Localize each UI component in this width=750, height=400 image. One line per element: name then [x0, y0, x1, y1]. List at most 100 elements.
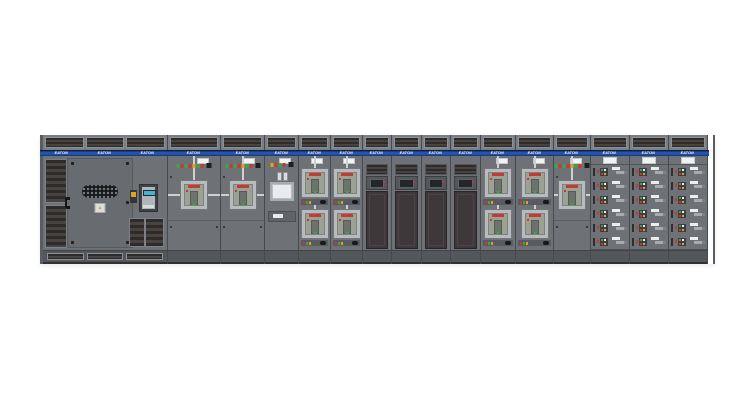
- indicator-light-amber: [643, 215, 645, 217]
- vent-louver-icon: [424, 137, 448, 148]
- base-channel: [669, 262, 707, 264]
- bucket-breaker-handle: [616, 199, 627, 202]
- indicator-light-red: [181, 164, 184, 168]
- indicator-light-green: [601, 169, 603, 171]
- bucket-label: [651, 181, 659, 184]
- indicator-strip: [333, 240, 360, 246]
- top-vent-row: [630, 135, 668, 150]
- indicator-light-red: [675, 184, 677, 187]
- bucket-breaker-handle: [616, 185, 627, 188]
- breaker-rating-label: [188, 185, 200, 188]
- bucket-label: [690, 195, 698, 198]
- vent-louver-icon: [671, 137, 705, 148]
- section-body: [630, 156, 668, 250]
- indicator-light-red: [559, 164, 562, 168]
- hinge: [216, 226, 218, 228]
- indicator-light-white: [604, 211, 606, 213]
- indicator-light-red: [601, 215, 603, 217]
- bucket-breaker-handle: [655, 213, 666, 216]
- section-body: [168, 156, 220, 250]
- top-vent-row: [669, 135, 707, 150]
- duplex-section-2: EATON: [331, 135, 363, 264]
- indicator-light-white: [604, 225, 606, 227]
- section-body: [516, 156, 553, 250]
- top-vent-row: [363, 135, 391, 150]
- hinge: [170, 226, 172, 228]
- indicator-light-amber: [526, 242, 528, 245]
- drawout-breaker-upper: [333, 168, 361, 198]
- base-channel: [516, 262, 553, 264]
- bucket-breaker-handle: [694, 199, 705, 202]
- bucket-breaker-handle: [655, 185, 666, 188]
- indicator-light-red: [636, 170, 638, 173]
- door-seam: [554, 220, 590, 221]
- vfd-door-frame: [398, 194, 415, 246]
- indicator-light-amber: [604, 215, 606, 217]
- main-breaker-door: ▲: [67, 158, 133, 248]
- base-channel: [481, 262, 515, 264]
- control-switch: [320, 241, 326, 245]
- vent-louver-icon: [518, 137, 551, 148]
- indicator-light-green: [601, 225, 603, 227]
- indicator-light-amber: [682, 215, 684, 217]
- indicator-light-white: [643, 239, 645, 241]
- bucket-handle-slot: [593, 238, 595, 246]
- indicator-light-amber: [341, 242, 343, 245]
- indicator-light-green: [245, 164, 248, 168]
- bucket-handle-slot: [671, 224, 673, 232]
- bucket-handle-slot: [671, 168, 673, 176]
- duplex-section-3: EATON: [481, 135, 516, 264]
- top-vent-row: [392, 135, 421, 150]
- base-channel: [221, 262, 264, 264]
- vfd-display-screen: [429, 179, 443, 188]
- bucket-handle-slot: [593, 196, 595, 204]
- indicator-light-red: [636, 184, 638, 187]
- brand-logo: EATON: [55, 151, 68, 155]
- brand-band: EATON: [588, 150, 631, 156]
- kick-plate: [265, 250, 298, 262]
- kick-plate: [422, 250, 450, 262]
- section-body: [481, 156, 515, 250]
- bucket-pilot-block: [600, 238, 608, 246]
- indicator-light-red: [675, 212, 677, 215]
- brand-logo: EATON: [399, 151, 412, 155]
- indicator-light-red: [601, 187, 603, 189]
- mcc-bucket: [591, 179, 629, 194]
- control-switch: [255, 163, 260, 168]
- indicator-light-green: [640, 211, 642, 213]
- indicator-light-green: [338, 242, 340, 245]
- vfd-power-led: [383, 181, 385, 183]
- pilot-device: [130, 190, 137, 203]
- vfd-power-led: [472, 181, 474, 183]
- indicator-light-red: [679, 201, 681, 203]
- mcc-bucket: [669, 179, 707, 194]
- top-vent-row: [451, 135, 480, 150]
- bucket-label: [690, 209, 698, 212]
- indicator-light-green: [640, 197, 642, 199]
- indicator-light-red: [335, 201, 337, 204]
- bucket-pilot-block: [678, 168, 686, 176]
- breaker-rating-label: [529, 214, 541, 217]
- bucket-pilot-block: [639, 238, 647, 246]
- bucket-handle-slot: [632, 168, 634, 176]
- kick-plate: [554, 250, 590, 262]
- bucket-pilot-block: [639, 224, 647, 232]
- indicator-light-green: [197, 164, 200, 168]
- bucket-handle-slot: [632, 224, 634, 232]
- indicator-light-white: [604, 197, 606, 199]
- bucket-label: [612, 237, 620, 240]
- vfd-door-frame: [428, 194, 444, 246]
- bucket-pilot-block: [600, 210, 608, 218]
- vfd-section-2: EATON: [392, 135, 422, 264]
- brand-logo: EATON: [458, 151, 471, 155]
- kick-plate: [516, 250, 553, 262]
- brand-logo: EATON: [274, 151, 287, 155]
- base-channel: [331, 262, 362, 264]
- indicator-light-red: [675, 226, 677, 229]
- switchgear-lineup: EATON EATON EATON ▲ EATON: [40, 135, 715, 264]
- bucket-breaker-handle: [694, 241, 705, 244]
- indicator-light-green: [555, 164, 558, 168]
- vent-louver-icon: [365, 137, 389, 148]
- indicator-light-red: [597, 184, 599, 187]
- mcc-section-3: EATON: [669, 135, 708, 264]
